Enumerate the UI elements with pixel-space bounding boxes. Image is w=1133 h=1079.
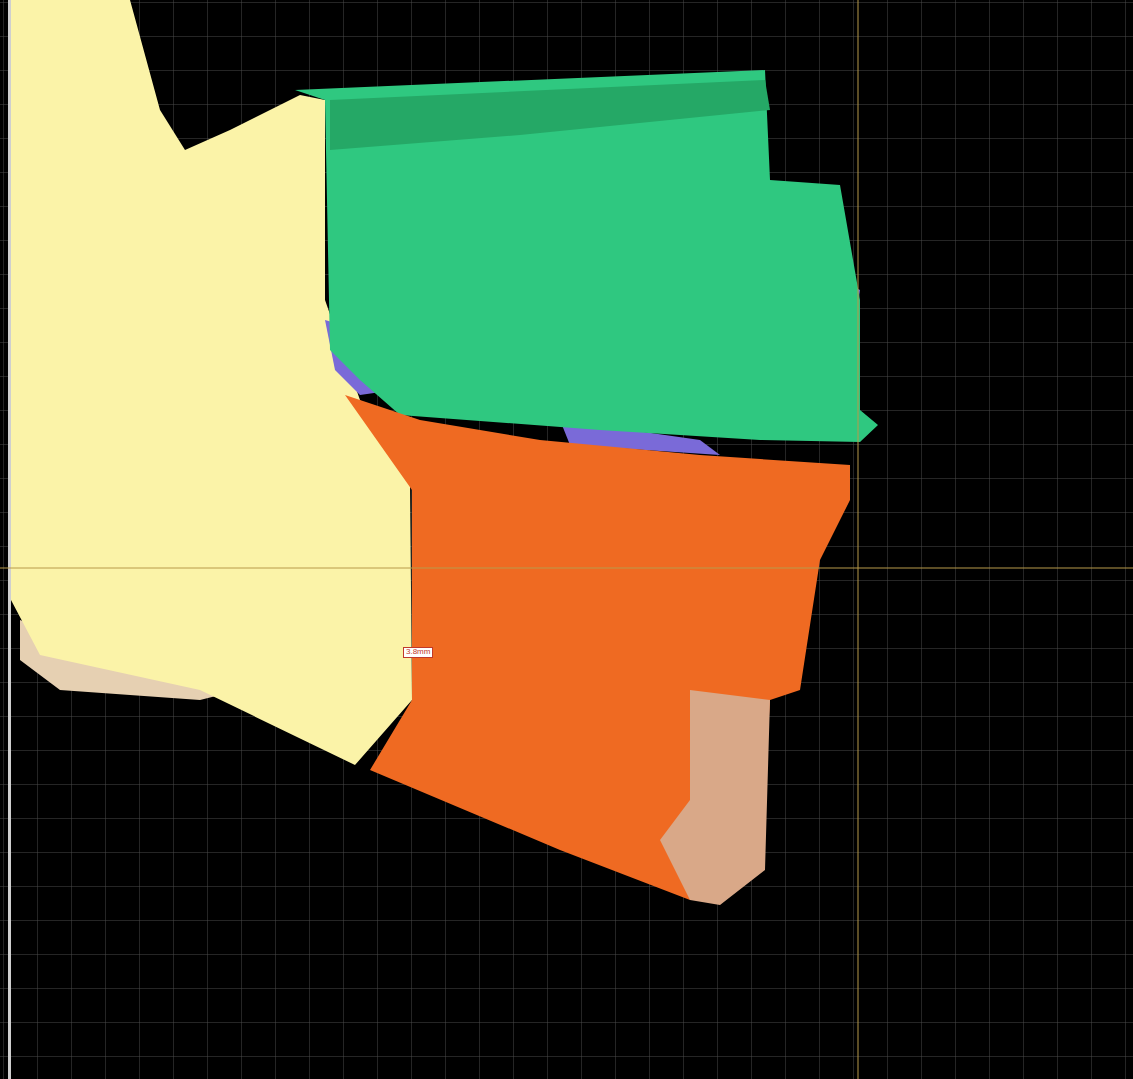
measurement-label: 3.8mm xyxy=(403,647,433,658)
3d-viewport[interactable]: 3.8mm xyxy=(0,0,1133,1079)
model-render[interactable] xyxy=(0,0,1133,1079)
